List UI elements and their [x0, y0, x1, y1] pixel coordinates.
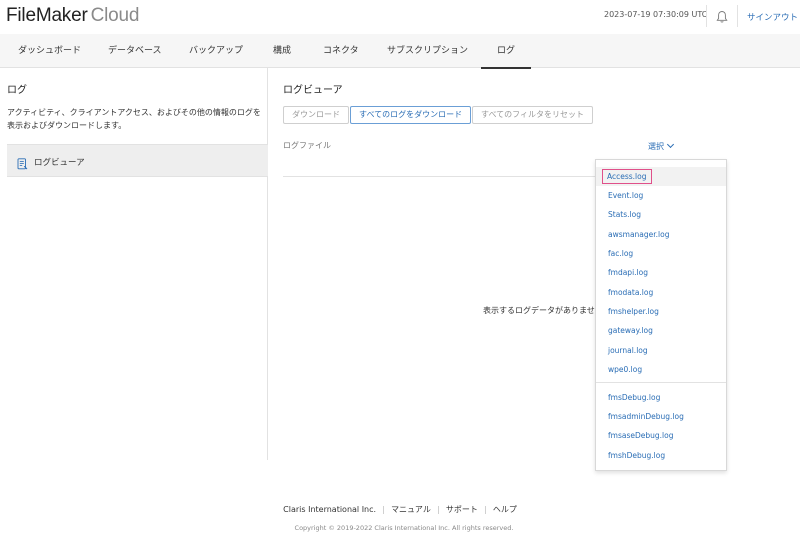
dropdown-item[interactable]: fmsadminDebug.log — [596, 407, 726, 426]
footer-support-link[interactable]: サポート — [446, 505, 478, 514]
download-all-logs-button[interactable]: すべてのログをダウンロード — [350, 106, 472, 124]
dropdown-item[interactable]: fmshDebug.log — [596, 446, 726, 465]
dropdown-item[interactable]: fmodata.log — [596, 283, 726, 302]
footer-links: Claris International Inc. マニュアル サポート ヘルプ — [0, 504, 800, 515]
copyright: Copyright © 2019-2022 Claris Internation… — [294, 524, 514, 532]
sidebar-item-log-viewer[interactable]: ログビューア — [7, 144, 268, 177]
page-title: ログビューア — [283, 85, 343, 96]
tab-backups[interactable]: バックアップ — [189, 34, 243, 68]
tab-connectors[interactable]: コネクタ — [323, 34, 359, 68]
select-label: 選択 — [648, 142, 664, 151]
dropdown-item[interactable]: fmsDebug.log — [596, 388, 726, 407]
tab-configuration[interactable]: 構成 — [273, 34, 291, 68]
content-divider — [283, 176, 595, 177]
empty-state-message: 表示するログデータがありません。 — [483, 306, 595, 315]
footer-manual-link[interactable]: マニュアル — [391, 505, 431, 514]
dropdown-item[interactable]: fac.log — [596, 244, 726, 263]
header-divider — [737, 5, 738, 27]
sidebar-description: アクティビティ、クライアントアクセス、およびその他の情報のログを表示およびダウン… — [7, 108, 261, 130]
dropdown-item[interactable]: awsmanager.log — [596, 225, 726, 244]
header-divider — [706, 5, 707, 27]
dropdown-item[interactable]: fmdapi.log — [596, 263, 726, 282]
sidebar: ログ アクティビティ、クライアントアクセス、およびその他の情報のログを表示および… — [0, 68, 268, 460]
dropdown-separator — [596, 382, 726, 383]
footer-divider — [437, 505, 439, 514]
dropdown-item[interactable]: Event.log — [596, 186, 726, 205]
tab-logs[interactable]: ログ — [480, 34, 532, 69]
signout-link[interactable]: サインアウト — [747, 11, 798, 23]
log-file-select[interactable]: 選択 — [648, 140, 675, 152]
top-bar: FileMaker Cloud 2023-07-19 07:30:09 UTC サ… — [0, 0, 800, 34]
dropdown-item[interactable]: fmshelper.log — [596, 302, 726, 321]
footer-divider — [383, 505, 385, 514]
logo-main: FileMaker — [6, 5, 88, 26]
log-file-dropdown: Access.log Event.log Stats.log awsmanage… — [595, 159, 727, 471]
document-icon — [17, 155, 28, 170]
dropdown-item[interactable]: wpe0.log — [596, 360, 726, 379]
bell-icon[interactable] — [716, 9, 728, 23]
chevron-down-icon — [666, 140, 675, 149]
server-datetime: 2023-07-19 07:30:09 UTC — [604, 10, 708, 19]
app-logo[interactable]: FileMaker Cloud — [6, 5, 139, 27]
dropdown-item[interactable]: Stats.log — [596, 205, 726, 224]
dropdown-item-access-log[interactable]: Access.log — [596, 167, 726, 186]
footer-divider — [484, 505, 486, 514]
tab-databases[interactable]: データベース — [108, 34, 162, 68]
footer-help-link[interactable]: ヘルプ — [493, 505, 517, 514]
tab-dashboard[interactable]: ダッシュボード — [18, 34, 81, 68]
log-file-label: ログファイル — [283, 141, 331, 150]
main-nav: ダッシュボード データベース バックアップ 構成 コネクタ サブスクリプション … — [0, 34, 800, 69]
dropdown-item[interactable]: fmsaseDebug.log — [596, 426, 726, 445]
footer-company: Claris International Inc. — [283, 505, 377, 514]
download-button[interactable]: ダウンロード — [283, 106, 349, 124]
dropdown-item[interactable]: journal.log — [596, 341, 726, 360]
sidebar-title: ログ — [7, 85, 27, 96]
tab-subscription[interactable]: サブスクリプション — [387, 34, 468, 68]
logo-light: Cloud — [90, 5, 140, 26]
dropdown-item[interactable]: gateway.log — [596, 321, 726, 340]
sidebar-item-label: ログビューア — [34, 158, 85, 168]
reset-filters-button[interactable]: すべてのフィルタをリセット — [472, 106, 593, 124]
